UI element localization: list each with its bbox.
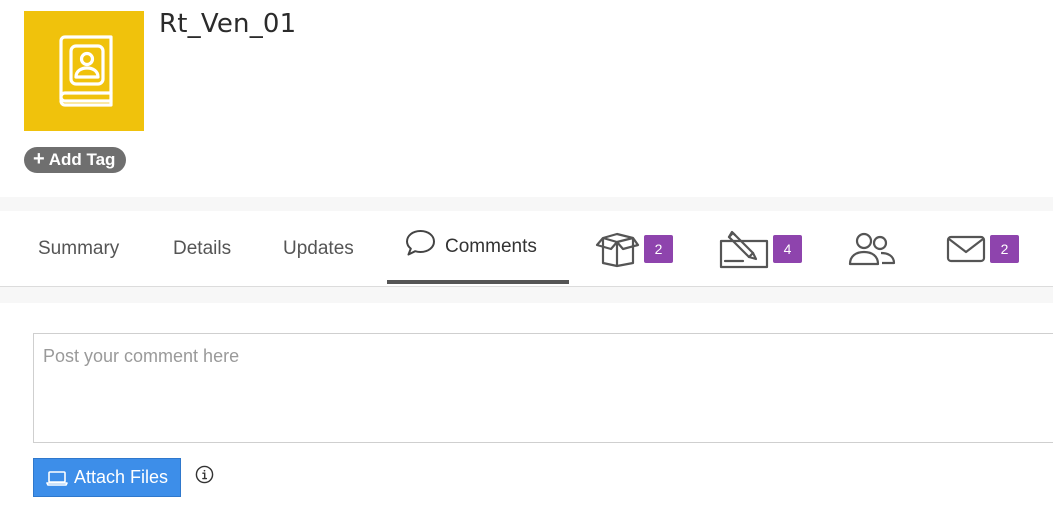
products-count-badge: 2 xyxy=(644,234,673,263)
tab-summary-label: Summary xyxy=(38,237,120,259)
tab-products[interactable]: 2 xyxy=(595,211,673,286)
tab-contacts[interactable] xyxy=(847,211,897,286)
people-icon xyxy=(848,232,896,265)
laptop-icon xyxy=(46,470,68,486)
tab-bar: Summary Details Updates Comments 2 4 2 xyxy=(0,211,1053,287)
record-header xyxy=(0,0,1053,197)
speech-bubble-icon xyxy=(406,230,435,256)
add-tag-label: Add Tag xyxy=(48,150,116,169)
tab-details-label: Details xyxy=(173,237,232,259)
attach-files-button[interactable]: Attach Files xyxy=(33,458,181,497)
box-icon xyxy=(595,232,640,267)
tab-summary[interactable]: Summary xyxy=(38,211,119,286)
emails-count-badge: 2 xyxy=(990,234,1019,263)
signatures-count-badge: 4 xyxy=(773,234,802,263)
active-tab-indicator xyxy=(387,280,569,284)
attach-files-label: Attach Files xyxy=(73,467,169,487)
tab-emails[interactable]: 2 xyxy=(946,211,1019,286)
record-avatar xyxy=(24,11,144,131)
tab-comments-label: Comments xyxy=(445,235,537,257)
tab-details[interactable]: Details xyxy=(173,211,231,286)
tab-updates[interactable]: Updates xyxy=(283,211,354,286)
envelope-icon xyxy=(946,235,986,262)
info-icon[interactable] xyxy=(195,465,214,484)
tab-updates-label: Updates xyxy=(283,237,354,259)
tab-signatures[interactable]: 4 xyxy=(719,211,802,286)
comment-input[interactable] xyxy=(33,333,1053,443)
tab-comments[interactable]: Comments xyxy=(405,209,537,284)
add-tag-button[interactable]: + Add Tag xyxy=(24,147,127,173)
contact-book-icon xyxy=(59,35,113,107)
page-title: Rt_Ven_01 xyxy=(159,9,297,39)
signature-icon xyxy=(719,230,769,268)
plus-icon: + xyxy=(33,148,45,170)
